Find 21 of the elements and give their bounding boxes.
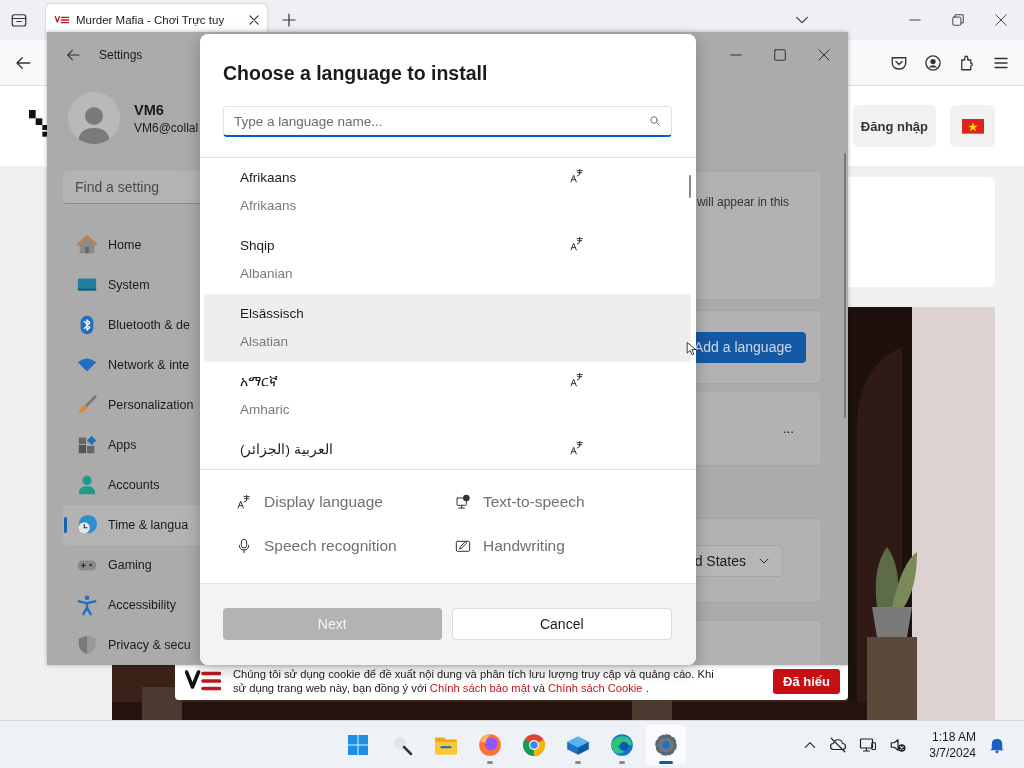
privacy-policy-link[interactable]: Chính sách bảo mật bbox=[429, 682, 530, 694]
search-field[interactable]: Type a language name... bbox=[223, 106, 672, 137]
cancel-button[interactable]: Cancel bbox=[451, 608, 672, 640]
login-button[interactable]: Đăng nhập bbox=[852, 105, 936, 147]
cookie-policy-link[interactable]: Chính sách Cookie bbox=[548, 682, 643, 694]
feature-label: Text-to-speech bbox=[483, 493, 585, 511]
language-item[interactable]: አማርኛ Amharic bbox=[204, 362, 691, 430]
feature-label: Handwriting bbox=[483, 537, 565, 555]
clock[interactable]: 1:18 AM 3/7/2024 bbox=[929, 728, 976, 761]
user-email: VM6@collal bbox=[134, 120, 199, 135]
cookie-notice: Chúng tôi sử dụng cookie để đề xuất nội dung và phân tích lưu lượng truy cập và quảng cáo. Khi sử dụng trang web này, bạn đồng ý với Chính sách bảo mật và Chính sách Cookie . bbox=[233, 667, 715, 695]
language-item[interactable]: Shqip Albanian bbox=[204, 226, 691, 294]
dialog-title: Choose a language to install bbox=[223, 61, 489, 86]
accept-button[interactable]: Đã hiểu bbox=[773, 668, 840, 694]
language-item[interactable]: العربية (الجزائر) bbox=[204, 430, 691, 469]
hint-text: will appear in this bbox=[696, 195, 789, 209]
more-button[interactable]: ... bbox=[782, 421, 794, 436]
language-item[interactable]: Elsässisch Alsatian bbox=[204, 294, 691, 362]
tab-title: Murder Mafia - Chơi Trực tuy bbox=[76, 14, 226, 26]
user-name: VM6 bbox=[134, 101, 165, 118]
window-title: Settings bbox=[99, 48, 143, 62]
